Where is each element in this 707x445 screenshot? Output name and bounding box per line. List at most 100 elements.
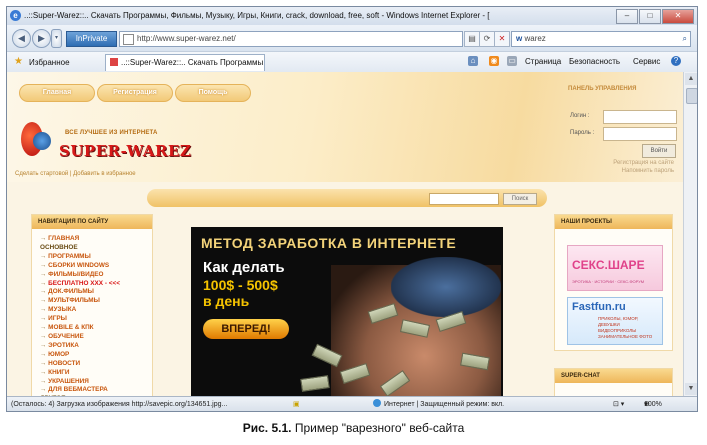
- login-label: Логин :: [570, 113, 590, 119]
- chat-panel-title: SUPER-CHAT: [555, 369, 672, 383]
- nav-link-label: УКРАШЕНИЯ: [48, 377, 89, 385]
- tab-current[interactable]: ..::Super-Warez::.. Скачать Программы, Ф…: [105, 54, 265, 71]
- site-header: Главная Регистрация Помощь ВСЕ ЛУЧШЕЕ ИЗ…: [7, 72, 683, 182]
- project-banner-2[interactable]: Fastfun.ru ПРИКОЛЫ, ЮМОР, ДЕВУШКИ ВИДЕОП…: [567, 297, 663, 345]
- globe-icon: [373, 399, 381, 407]
- refresh-icon[interactable]: ⟳: [479, 31, 495, 47]
- restore-button[interactable]: □: [639, 9, 661, 24]
- security-zone[interactable]: Интернет | Защищенный режим: вкл.: [373, 397, 504, 411]
- scroll-up-icon[interactable]: ▲: [685, 73, 697, 85]
- nav-link[interactable]: → УКРАШЕНИЯ: [40, 378, 152, 387]
- ad-line-2: 100$ - 500$: [203, 277, 278, 293]
- status-bar: (Осталось: 4) Загрузка изображения http:…: [7, 396, 697, 411]
- nav-arrow-icon: →: [40, 252, 49, 260]
- nav-register-link[interactable]: Регистрация: [97, 84, 173, 102]
- nav-arrow-icon: →: [40, 332, 49, 340]
- nav-link[interactable]: → ФИЛЬМЫ/ВИДЕО: [40, 271, 152, 280]
- nav-link[interactable]: → ГЛАВНАЯ: [40, 235, 152, 244]
- projects-panel-title: НАШИ ПРОЕКТЫ: [555, 215, 672, 229]
- zoom-control[interactable]: ⊕ 100% ▾: [644, 397, 662, 411]
- nav-link-label: ОБУЧЕНИЕ: [48, 332, 84, 340]
- nav-link-label: ОСНОВНОЕ: [40, 243, 78, 251]
- register-link[interactable]: Регистрация на сайте: [613, 160, 674, 166]
- page-icon: [123, 34, 134, 45]
- search-provider-icon: w: [516, 34, 523, 43]
- inprivate-badge[interactable]: InPrivate: [66, 31, 117, 47]
- search-icon[interactable]: ⌕: [683, 32, 687, 46]
- nav-link[interactable]: → БЕСПЛАТНО XXX - <<<: [40, 280, 152, 289]
- print-icon[interactable]: ▭: [507, 56, 517, 66]
- site-top-nav: Главная Регистрация Помощь: [19, 84, 253, 102]
- nav-link[interactable]: → НОВОСТИ: [40, 360, 152, 369]
- service-menu[interactable]: Сервис: [633, 57, 660, 66]
- popup-blocker-icon[interactable]: ⊡ ▾: [613, 397, 624, 411]
- site-logo-text[interactable]: SUPER-WAREZ: [59, 142, 191, 160]
- site-search-button[interactable]: Поиск: [503, 193, 537, 205]
- nav-link[interactable]: → ДОК.ФИЛЬМЫ: [40, 288, 152, 297]
- rss-icon[interactable]: ◉: [489, 56, 499, 66]
- address-input[interactable]: http://www.super-warez.net/: [119, 31, 463, 47]
- back-icon[interactable]: ◀: [12, 29, 31, 48]
- ad-line-3: в день: [203, 293, 250, 309]
- site-search-input[interactable]: [429, 193, 499, 205]
- nav-link-label: ФИЛЬМЫ/ВИДЕО: [48, 270, 104, 278]
- password-input[interactable]: [603, 127, 677, 141]
- ad-go-button[interactable]: ВПЕРЕД!: [203, 319, 289, 339]
- forgot-password-link[interactable]: Напомнить пароль: [622, 168, 674, 174]
- nav-link[interactable]: → ОБУЧЕНИЕ: [40, 333, 152, 342]
- nav-link[interactable]: → МУЗЫКА: [40, 306, 152, 315]
- home-icon[interactable]: ⌂: [468, 56, 478, 66]
- nav-link[interactable]: → ИГРЫ: [40, 315, 152, 324]
- history-dropdown-icon[interactable]: ▾: [51, 29, 62, 48]
- close-button[interactable]: ✕: [662, 9, 694, 24]
- project-2-title: Fastfun.ru: [572, 301, 626, 313]
- nav-link-label: ДОК.ФИЛЬМЫ: [48, 288, 94, 296]
- favorites-star-icon[interactable]: ★: [14, 56, 23, 67]
- safety-menu[interactable]: Безопасность: [569, 57, 620, 66]
- nav-link[interactable]: → ПРОГРАММЫ: [40, 253, 152, 262]
- nav-link[interactable]: → ДЛЯ ВЕБМАСТЕРА: [40, 386, 152, 395]
- nav-link[interactable]: → MOBILE & КПК: [40, 324, 152, 333]
- nav-link[interactable]: → ЭРОТИКА: [40, 342, 152, 351]
- project-1-subtitle: ЭРОТИКА · ИСТОРИИ · СЕКС-ФОРУМ: [572, 279, 645, 284]
- scroll-thumb[interactable]: [686, 88, 697, 104]
- nav-link-label: ЭРОТИКА: [48, 341, 79, 349]
- password-label: Пароль :: [570, 130, 595, 136]
- advertisement-banner[interactable]: МЕТОД ЗАРАБОТКА В ИНТЕРНЕТЕ Как делать 1…: [191, 227, 503, 396]
- nav-link[interactable]: → МУЛЬТФИЛЬМЫ: [40, 297, 152, 306]
- projects-panel: НАШИ ПРОЕКТЫ СЕКС.ШАРЕ ЭРОТИКА · ИСТОРИИ…: [554, 214, 673, 351]
- vertical-scrollbar[interactable]: ▲ ▼: [683, 72, 697, 396]
- favorites-button[interactable]: Избранное: [29, 58, 70, 67]
- forward-icon[interactable]: ▶: [32, 29, 51, 48]
- nav-link-label: БЕСПЛАТНО XXX - <<<: [48, 279, 120, 287]
- nav-arrow-icon: →: [40, 288, 49, 296]
- search-input[interactable]: w warez ⌕: [511, 31, 691, 47]
- login-submit-button[interactable]: Войти: [642, 144, 676, 158]
- ad-jeans-image: [391, 257, 501, 317]
- nav-link-label: ДЛЯ ВЕБМАСТЕРА: [48, 386, 108, 394]
- minimize-button[interactable]: –: [616, 9, 638, 24]
- nav-help-link[interactable]: Помощь: [175, 84, 251, 102]
- nav-arrow-icon: →: [40, 315, 49, 323]
- site-favicon-icon: [110, 58, 118, 66]
- nav-arrow-icon: →: [40, 350, 49, 358]
- nav-arrow-icon: →: [40, 279, 49, 287]
- money-bill-image: [300, 375, 330, 392]
- help-icon[interactable]: ?: [671, 56, 681, 66]
- login-input[interactable]: [603, 110, 677, 124]
- window-title: ..::Super-Warez::.. Скачать Программы, Ф…: [24, 11, 490, 20]
- scroll-down-icon[interactable]: ▼: [685, 383, 697, 395]
- browser-window: e ..::Super-Warez::.. Скачать Программы,…: [6, 6, 698, 412]
- nav-link[interactable]: → КНИГИ: [40, 369, 152, 378]
- nav-home-link[interactable]: Главная: [19, 84, 95, 102]
- compat-view-icon[interactable]: ▤: [464, 31, 480, 47]
- stop-icon[interactable]: ✕: [494, 31, 510, 47]
- nav-link[interactable]: → ЮМОР: [40, 351, 152, 360]
- header-links[interactable]: Сделать стартовой | Добавить в избранное: [15, 171, 136, 177]
- nav-arrow-icon: →: [40, 386, 49, 394]
- nav-arrow-icon: →: [40, 359, 49, 367]
- nav-link[interactable]: → СБОРКИ WINDOWS: [40, 262, 152, 271]
- project-banner-1[interactable]: СЕКС.ШАРЕ ЭРОТИКА · ИСТОРИИ · СЕКС-ФОРУМ: [567, 245, 663, 291]
- ad-line-1: Как делать: [203, 259, 285, 276]
- page-menu[interactable]: Страница: [525, 57, 561, 66]
